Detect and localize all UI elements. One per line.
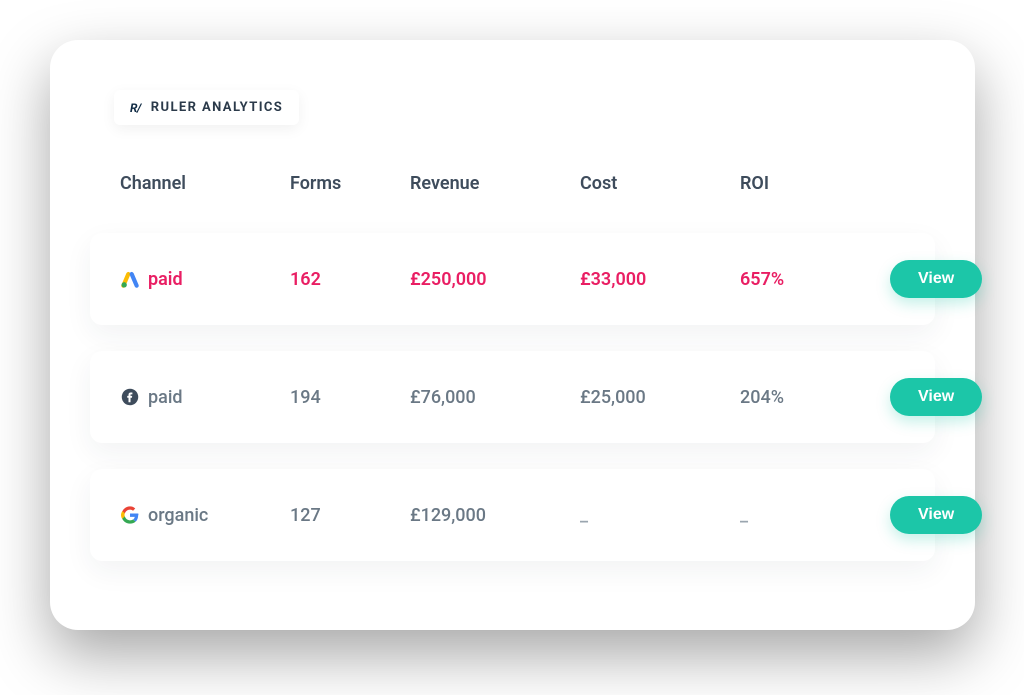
- cell-revenue: £250,000: [410, 269, 580, 290]
- channel-label: organic: [148, 505, 208, 526]
- brand-mark-icon: R/: [130, 101, 141, 115]
- header-roi: ROI: [740, 173, 890, 194]
- cell-roi: 657%: [740, 269, 890, 290]
- cell-action: View: [890, 496, 982, 534]
- cell-channel: paid: [120, 269, 290, 290]
- channel-table: Channel Forms Revenue Cost ROI paid 162: [90, 159, 935, 561]
- view-button[interactable]: View: [890, 378, 982, 416]
- header-forms: Forms: [290, 173, 410, 194]
- channel-label: paid: [148, 269, 183, 290]
- header-channel: Channel: [120, 173, 290, 194]
- view-button[interactable]: View: [890, 496, 982, 534]
- google-icon: [120, 505, 140, 525]
- table-header: Channel Forms Revenue Cost ROI: [90, 159, 935, 207]
- cell-revenue: £129,000: [410, 505, 580, 526]
- header-cost: Cost: [580, 173, 740, 194]
- cell-channel: paid: [120, 387, 290, 408]
- cell-cost: _: [580, 505, 740, 526]
- facebook-icon: [120, 387, 140, 407]
- cell-forms: 162: [290, 269, 410, 290]
- table-row: organic 127 £129,000 _ _ View: [90, 469, 935, 561]
- cell-cost: £25,000: [580, 387, 740, 408]
- cell-forms: 194: [290, 387, 410, 408]
- view-button[interactable]: View: [890, 260, 982, 298]
- cell-roi: _: [740, 505, 890, 526]
- cell-revenue: £76,000: [410, 387, 580, 408]
- analytics-card: R/ RULER ANALYTICS Channel Forms Revenue…: [50, 40, 975, 630]
- table-row: paid 162 £250,000 £33,000 657% View: [90, 233, 935, 325]
- cell-forms: 127: [290, 505, 410, 526]
- channel-label: paid: [148, 387, 183, 408]
- brand-badge: R/ RULER ANALYTICS: [114, 90, 299, 125]
- cell-cost: £33,000: [580, 269, 740, 290]
- header-revenue: Revenue: [410, 173, 580, 194]
- brand-name: RULER ANALYTICS: [151, 100, 283, 115]
- table-row: paid 194 £76,000 £25,000 204% View: [90, 351, 935, 443]
- cell-action: View: [890, 260, 982, 298]
- cell-roi: 204%: [740, 387, 890, 408]
- google-ads-icon: [120, 269, 140, 289]
- cell-channel: organic: [120, 505, 290, 526]
- cell-action: View: [890, 378, 982, 416]
